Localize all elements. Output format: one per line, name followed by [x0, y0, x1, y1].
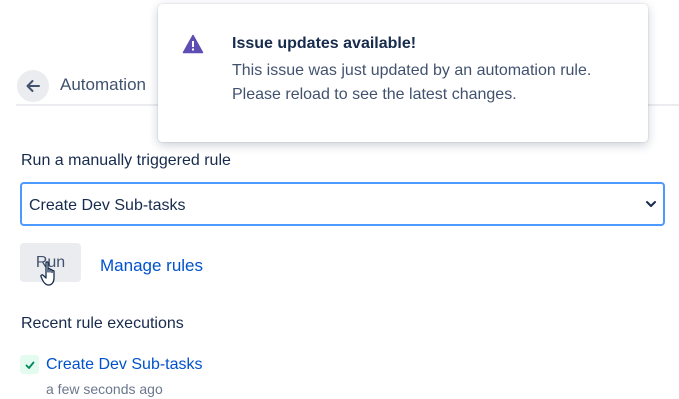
warning-icon [182, 34, 204, 54]
rule-select[interactable]: Create Dev Sub-tasks [20, 182, 665, 226]
manual-rule-label: Run a manually triggered rule [21, 152, 231, 169]
page-title: Automation [60, 75, 146, 94]
execution-link[interactable]: Create Dev Sub-tasks [46, 356, 203, 374]
arrow-left-icon [26, 80, 40, 92]
recent-executions-label: Recent rule executions [21, 315, 184, 332]
back-button[interactable] [17, 70, 49, 102]
check-icon [25, 361, 34, 369]
execution-timestamp: a few seconds ago [46, 381, 163, 397]
success-badge [20, 355, 39, 374]
hand-cursor-icon [40, 261, 55, 286]
issue-update-flag: Issue updates available! This issue was … [158, 4, 648, 142]
automation-panel: Automation Run a manually triggered rule… [0, 0, 679, 399]
flag-message: This issue was just updated by an automa… [232, 62, 592, 103]
manage-rules-link[interactable]: Manage rules [100, 256, 203, 276]
rule-select-value: Create Dev Sub-tasks [29, 197, 186, 214]
chevron-down-icon [646, 201, 656, 207]
flag-title: Issue updates available! [232, 35, 417, 52]
